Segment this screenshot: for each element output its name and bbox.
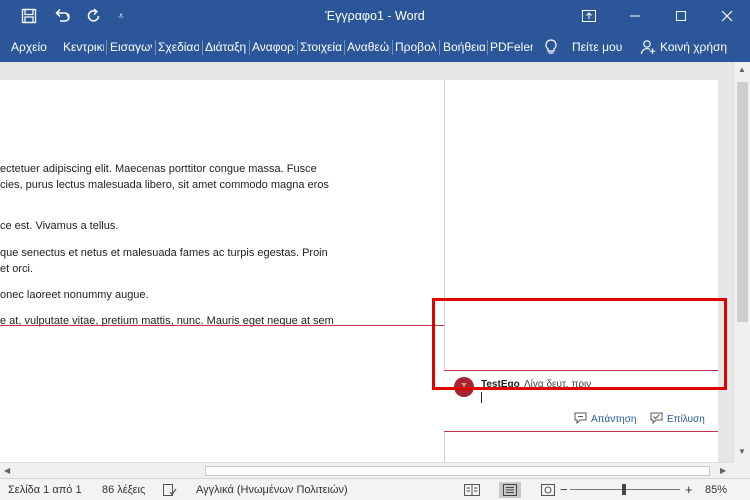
tab-separator [202, 40, 203, 55]
commented-paragraph-line: e at, vulputate vitae, pretium mattis, n… [0, 315, 334, 327]
tab-separator [106, 40, 107, 55]
tab-separator [249, 40, 250, 55]
comment-anchor-line [0, 325, 444, 326]
undo-dropdown-icon[interactable]: ▾ [62, 0, 74, 32]
tab-review[interactable]: Αναθεώρηση [347, 32, 390, 62]
save-icon[interactable] [14, 0, 44, 32]
zoom-out-icon[interactable]: − [560, 479, 568, 500]
zoom-slider-thumb[interactable] [622, 484, 626, 495]
tab-separator [297, 40, 298, 55]
minimize-icon[interactable] [612, 0, 658, 32]
horizontal-scrollbar[interactable]: ◀ ▶ [0, 462, 733, 478]
read-mode-icon[interactable] [461, 482, 483, 498]
customize-icon[interactable]: ⩡ [106, 0, 136, 32]
scroll-down-icon[interactable]: ▼ [738, 447, 746, 456]
window-title: Έγγραφο1 - Word [325, 9, 425, 23]
vertical-scrollbar[interactable]: ▲ ▼ [733, 62, 750, 462]
title-bar: ▾ ⩡ Έγγραφο1 - Word [0, 0, 750, 32]
vertical-scroll-thumb[interactable] [737, 82, 748, 322]
word-count[interactable]: 86 λέξεις [102, 479, 145, 500]
ribbon-display-icon[interactable] [566, 0, 612, 32]
zoom-in-icon[interactable]: + [685, 479, 693, 500]
language-indicator[interactable]: Αγγλικά (Ηνωμένων Πολιτειών) [196, 479, 348, 500]
scrollbar-corner [733, 462, 750, 478]
share-user-icon[interactable] [640, 32, 658, 62]
tab-mailings[interactable]: Στοιχεία [300, 32, 342, 62]
tab-file[interactable]: Αρχείο [11, 32, 47, 62]
comment-highlight-box [432, 298, 727, 390]
tab-layout[interactable]: Διάταξη [205, 32, 247, 62]
share-button[interactable]: Κοινή χρήση [660, 32, 732, 62]
maximize-icon[interactable] [658, 0, 704, 32]
paragraph-line: cies, purus lectus malesuada libero, sit… [0, 179, 329, 191]
tab-design[interactable]: Σχεδίαση [158, 32, 199, 62]
paragraph-line: et orci. [0, 263, 34, 275]
reply-label: Απάντηση [591, 414, 637, 425]
tab-separator [344, 40, 345, 55]
scroll-right-icon[interactable]: ▶ [720, 466, 726, 475]
proofing-icon[interactable] [163, 479, 177, 500]
scroll-left-icon[interactable]: ◀ [4, 466, 10, 475]
zoom-level[interactable]: 85% [705, 479, 727, 500]
document-area: ectetuer adipiscing elit. Maecenas portt… [0, 62, 733, 462]
resolve-button[interactable]: Επίλυση [650, 412, 705, 427]
lightbulb-icon[interactable] [544, 32, 562, 62]
paragraph-line: que senectus et netus et malesuada fames… [0, 247, 328, 259]
tab-view[interactable]: Προβολή [395, 32, 437, 62]
tab-pdfelement[interactable]: PDFelement [490, 32, 533, 62]
horizontal-scroll-thumb[interactable] [205, 466, 710, 476]
paragraph-line: onec laoreet nonummy augue. [0, 289, 149, 301]
print-layout-icon[interactable] [499, 482, 521, 498]
tell-me-search[interactable]: Πείτε μου [572, 32, 628, 62]
paragraph-line: ectetuer adipiscing elit. Maecenas portt… [0, 163, 317, 175]
reply-icon [574, 412, 587, 427]
ribbon-tabs: Αρχείο Κεντρική Εισαγωγή Σχεδίαση Διάταξ… [0, 32, 750, 62]
tab-separator [487, 40, 488, 55]
scroll-up-icon[interactable]: ▲ [738, 65, 746, 74]
paragraph-line: ce est. Vivamus a tellus. [0, 220, 119, 232]
tab-separator [439, 40, 440, 55]
reply-button[interactable]: Απάντηση [574, 412, 636, 427]
comment-text-cursor[interactable] [481, 392, 482, 403]
resolve-icon [650, 412, 663, 427]
tab-help[interactable]: Βοήθεια [443, 32, 485, 62]
tab-references[interactable]: Αναφορές [252, 32, 295, 62]
redo-icon[interactable] [79, 0, 109, 32]
tab-insert[interactable]: Εισαγωγή [110, 32, 152, 62]
web-layout-icon[interactable] [537, 482, 559, 498]
tab-separator [155, 40, 156, 55]
status-bar: Σελίδα 1 από 1 86 λέξεις Αγγλικά (Ηνωμέν… [0, 478, 750, 500]
close-icon[interactable] [704, 0, 750, 32]
page-count[interactable]: Σελίδα 1 από 1 [8, 479, 82, 500]
resolve-label: Επίλυση [667, 414, 705, 425]
tab-separator [392, 40, 393, 55]
tab-home[interactable]: Κεντρική [63, 32, 104, 62]
